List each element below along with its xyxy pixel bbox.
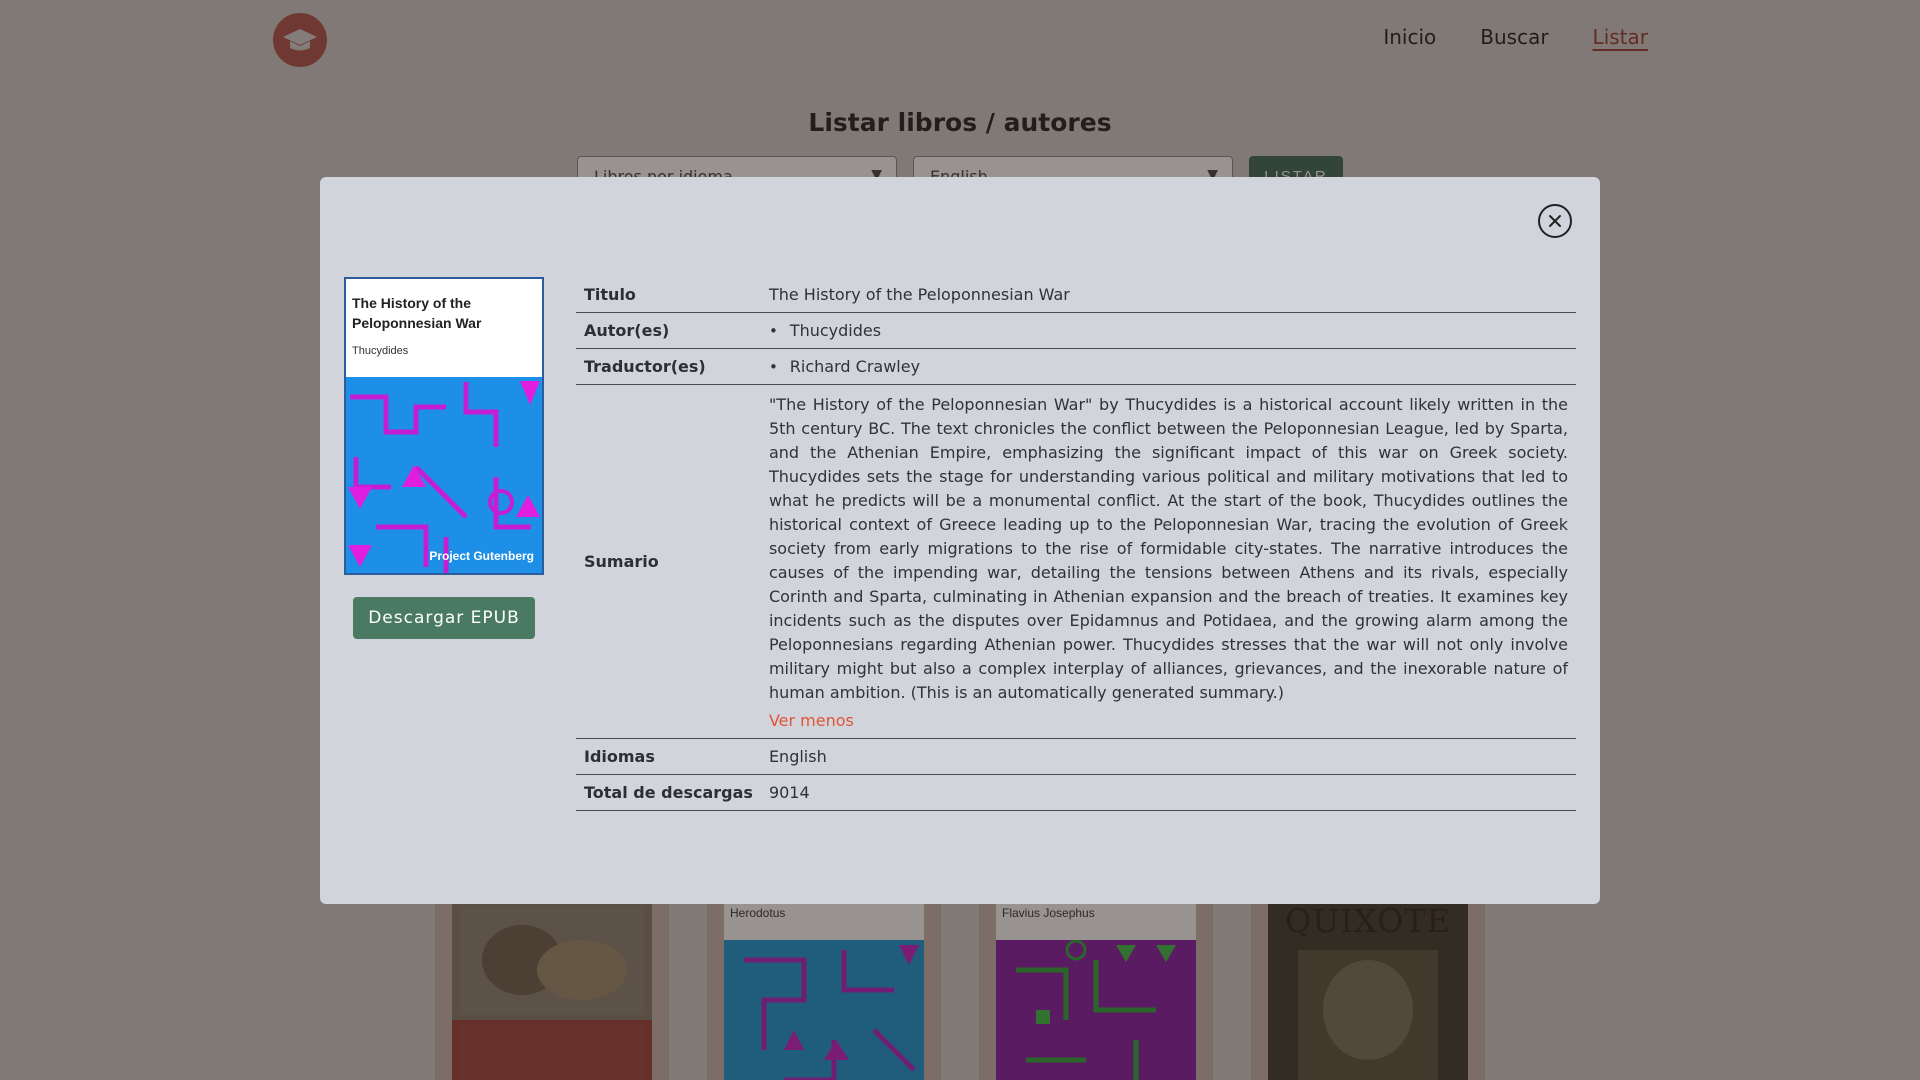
field-label: Titulo [584, 285, 636, 304]
book-detail-modal: The History of the Peloponnesian War Thu… [320, 177, 1600, 904]
cover-title: The History of the Peloponnesian War [352, 295, 482, 331]
cover-author: Thucydides [352, 345, 409, 357]
field-label: Total de descargas [584, 783, 753, 802]
field-label: Sumario [584, 552, 659, 571]
table-row-descargas: Total de descargas 9014 [576, 775, 1576, 811]
close-icon [1549, 215, 1561, 227]
translator-item: Richard Crawley [769, 357, 1568, 376]
translator-list: Richard Crawley [769, 357, 1568, 376]
field-label: Idiomas [584, 747, 655, 766]
ver-menos-link[interactable]: Ver menos [769, 711, 854, 730]
translators-cell: Richard Crawley [761, 349, 1576, 385]
cover-pattern [346, 377, 542, 573]
table-row-titulo: Titulo The History of the Peloponnesian … [576, 277, 1576, 313]
author-list: Thucydides [769, 321, 1568, 340]
cover-header: The History of the Peloponnesian War Thu… [346, 279, 542, 377]
field-label: Traductor(es) [584, 357, 706, 376]
field-label: Autor(es) [584, 321, 670, 340]
table-row-sumario: Sumario "The History of the Peloponnesia… [576, 385, 1576, 739]
book-info-table: Titulo The History of the Peloponnesian … [576, 277, 1576, 811]
summary-text: "The History of the Peloponnesian War" b… [768, 395, 1568, 702]
cover-publisher: Project Gutenberg [429, 549, 534, 563]
author-item: Thucydides [769, 321, 1568, 340]
book-cover-image: The History of the Peloponnesian War Thu… [344, 277, 544, 575]
table-row-idiomas: Idiomas English [576, 739, 1576, 775]
book-title-value: The History of the Peloponnesian War [768, 285, 1070, 304]
authors-cell: Thucydides [761, 313, 1576, 349]
download-epub-button[interactable]: Descargar EPUB [353, 597, 535, 639]
close-button[interactable] [1538, 204, 1572, 238]
summary-cell: "The History of the Peloponnesian War" b… [761, 385, 1576, 739]
language-value: English [768, 747, 827, 766]
downloads-value: 9014 [768, 783, 810, 802]
table-row-traductores: Traductor(es) Richard Crawley [576, 349, 1576, 385]
table-row-autores: Autor(es) Thucydides [576, 313, 1576, 349]
